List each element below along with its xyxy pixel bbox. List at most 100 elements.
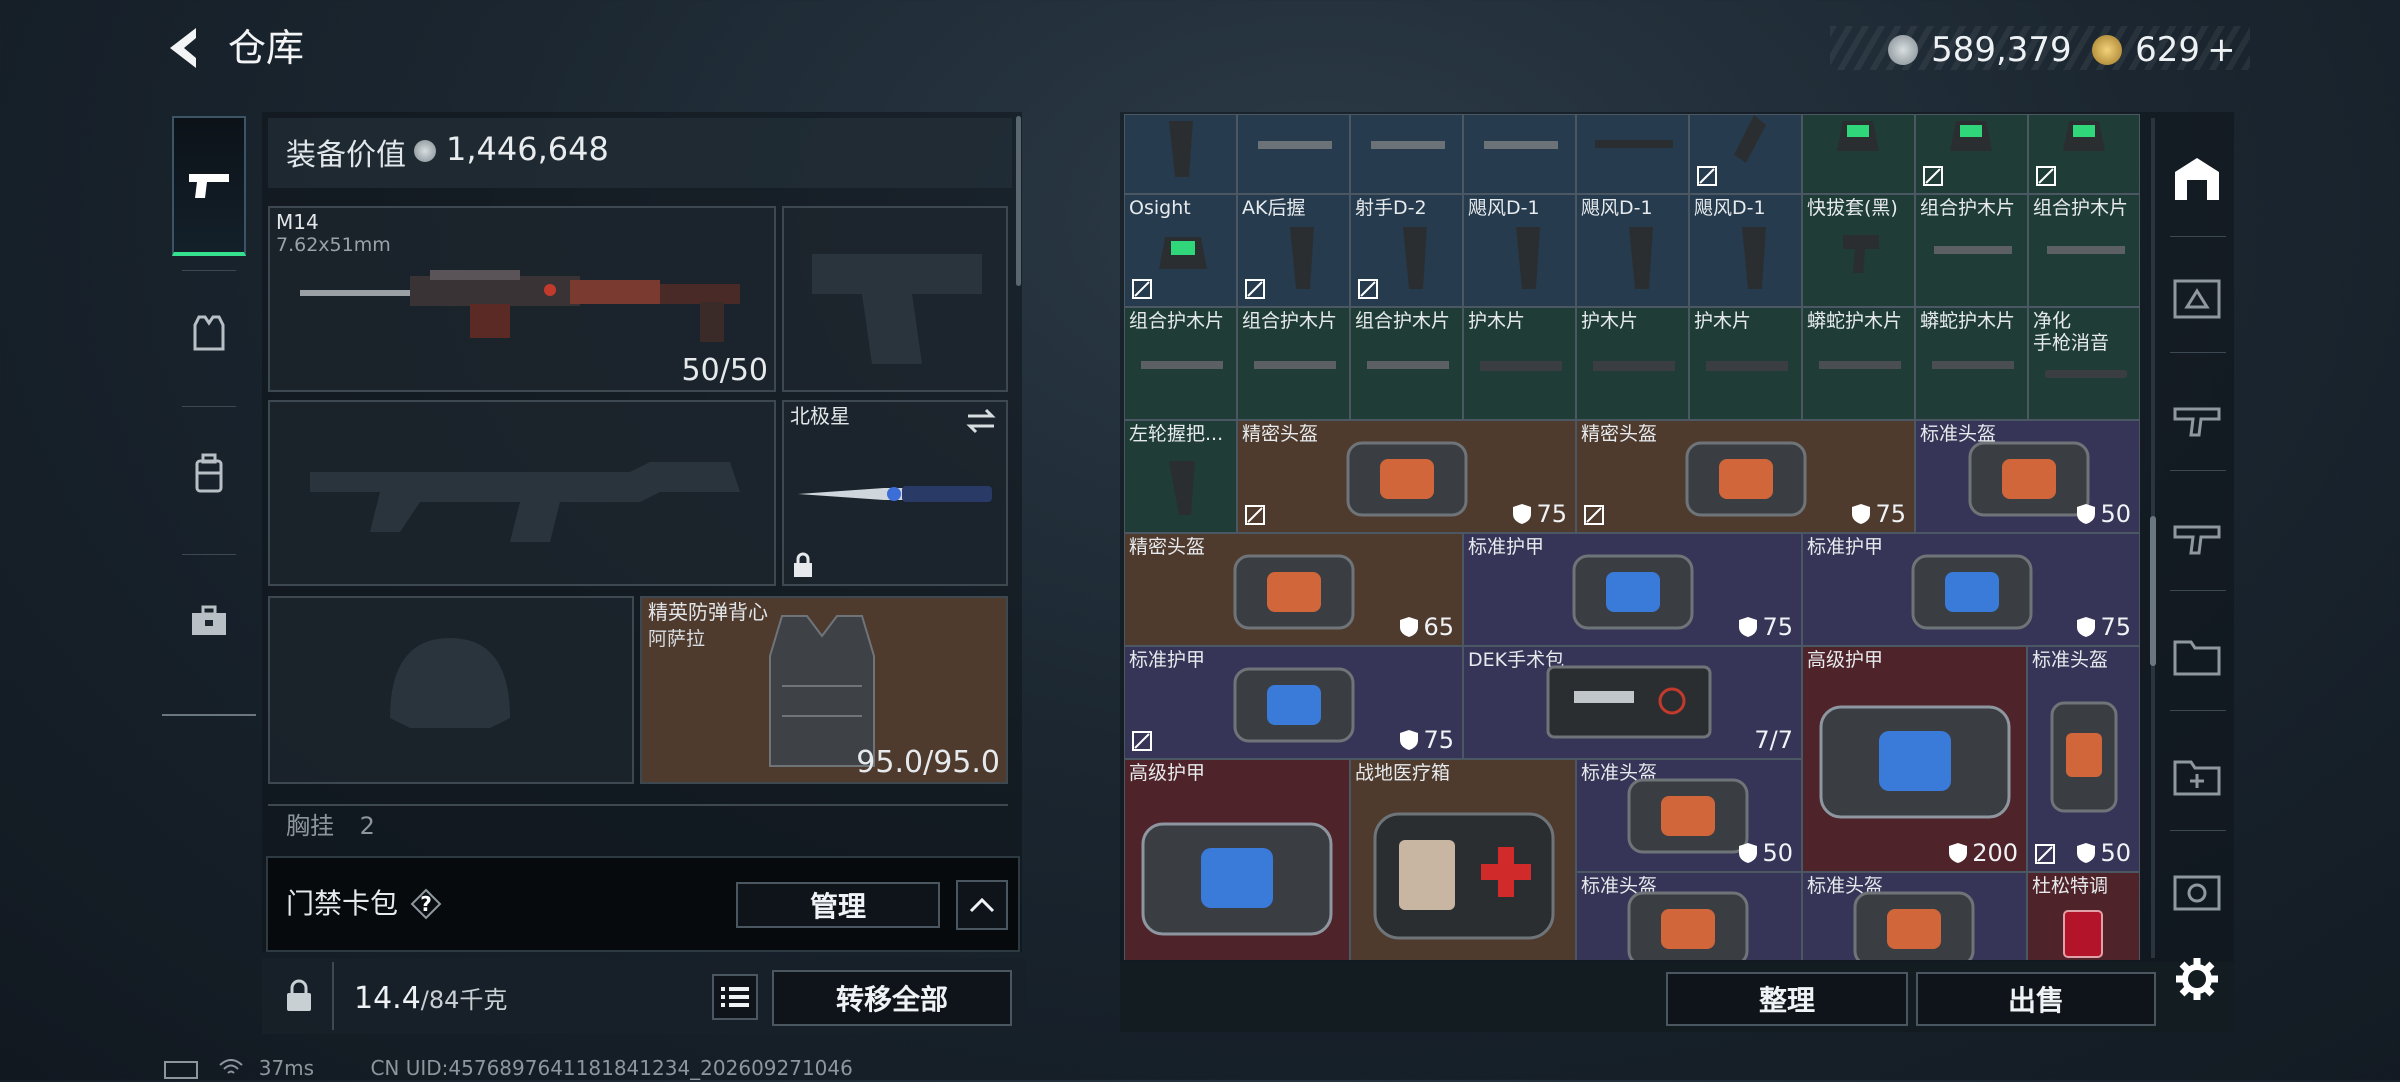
grid-item[interactable]: 精密头盔 75 bbox=[1576, 420, 1915, 533]
grid-item[interactable]: 左轮握把... bbox=[1124, 420, 1237, 533]
settings-button[interactable] bbox=[2168, 950, 2226, 1008]
tab-case[interactable] bbox=[172, 556, 246, 686]
grid-item[interactable] bbox=[1350, 114, 1463, 194]
grid-item[interactable]: 射手D-2 bbox=[1350, 194, 1463, 307]
durability-value: 75 bbox=[1875, 500, 1906, 528]
grid-item[interactable]: 标准护甲 75 bbox=[1463, 533, 1802, 646]
grid-item[interactable]: 杜松特调 bbox=[2027, 872, 2140, 960]
chest-rig-row[interactable]: 胸挂 2 bbox=[268, 804, 1008, 840]
pistol-slot[interactable] bbox=[782, 206, 1008, 392]
durability: 75 bbox=[1851, 500, 1906, 528]
grid-item[interactable]: 护木片 bbox=[1576, 307, 1689, 420]
grid-item[interactable] bbox=[1689, 114, 1802, 194]
durability-value: 75 bbox=[2100, 613, 2131, 641]
grid-item[interactable]: 标准护甲 75 bbox=[1124, 646, 1463, 759]
sort-button[interactable]: 整理 bbox=[1666, 972, 1908, 1026]
grid-item[interactable]: 精密头盔 75 bbox=[1237, 420, 1576, 533]
grid-item[interactable]: 战地医疗箱 bbox=[1350, 759, 1576, 960]
grid-item[interactable] bbox=[1915, 114, 2028, 194]
grid-item[interactable]: 标准护甲 75 bbox=[1802, 533, 2140, 646]
no-drag-icon bbox=[1697, 166, 1717, 186]
storage-tab-1[interactable] bbox=[2168, 268, 2226, 326]
helmet-slot[interactable] bbox=[268, 596, 634, 784]
grid-scrollbar[interactable] bbox=[2150, 516, 2156, 666]
help-icon[interactable]: ? bbox=[410, 888, 442, 920]
add-storage-tab[interactable] bbox=[2168, 746, 2226, 804]
grid-item[interactable] bbox=[1237, 114, 1350, 194]
grid-item[interactable]: 精密头盔 65 bbox=[1124, 533, 1463, 646]
grid-item[interactable]: 高级护甲 bbox=[1124, 759, 1350, 960]
collapse-button[interactable] bbox=[956, 880, 1008, 930]
grid-item[interactable]: 高级护甲 200 bbox=[1802, 646, 2027, 872]
grid-item[interactable]: 护木片 bbox=[1689, 307, 1802, 420]
grid-item[interactable]: 蟒蛇护木片 bbox=[1915, 307, 2028, 420]
grid-item[interactable]: 组合护木片 bbox=[1350, 307, 1463, 420]
grid-item[interactable]: 蟒蛇护木片 bbox=[1802, 307, 1915, 420]
add-currency-button[interactable]: + bbox=[2207, 30, 2236, 70]
warehouse-tab[interactable] bbox=[2168, 150, 2226, 208]
secondary-weapon-slot[interactable] bbox=[268, 400, 776, 586]
grid-item[interactable]: 飓风D-1 bbox=[1463, 194, 1576, 307]
durability: 75 bbox=[1399, 726, 1454, 754]
folder-add-icon bbox=[2173, 760, 2221, 796]
tab-armor[interactable] bbox=[172, 268, 246, 398]
transfer-all-button[interactable]: 转移全部 bbox=[772, 970, 1012, 1026]
handguard-icon bbox=[1254, 361, 1336, 369]
sell-button[interactable]: 出售 bbox=[1916, 972, 2156, 1026]
grid-item[interactable]: 组合护木片 bbox=[1915, 194, 2028, 307]
melee-slot[interactable]: 北极星 bbox=[782, 400, 1008, 586]
weight-lock[interactable] bbox=[266, 962, 334, 1030]
storage-tab-3[interactable] bbox=[2168, 506, 2226, 564]
grid-item[interactable]: 净化 手枪消音 bbox=[2028, 307, 2140, 420]
shield-icon bbox=[1400, 617, 1419, 637]
equipment-scrollbar[interactable] bbox=[1016, 116, 1021, 286]
grid-item[interactable]: 标准头盔 bbox=[1802, 872, 2027, 960]
sight-icon bbox=[1837, 121, 1879, 151]
tab-weapons[interactable] bbox=[172, 116, 246, 256]
storage-tab-4[interactable] bbox=[2168, 626, 2226, 684]
storage-tab-5[interactable] bbox=[2168, 864, 2226, 922]
grid-item[interactable]: 标准头盔 bbox=[1576, 872, 1802, 960]
grid-item[interactable]: 标准头盔 50 bbox=[1915, 420, 2140, 533]
vest-slot[interactable]: 精英防弹背心 阿萨拉 95.0/95.0 bbox=[640, 596, 1008, 784]
item-label: 护木片 bbox=[1581, 310, 1639, 332]
durability-value: 50 bbox=[1762, 839, 1793, 867]
back-button[interactable] bbox=[160, 22, 212, 74]
grid-item[interactable]: 飓风D-1 bbox=[1576, 194, 1689, 307]
manage-button[interactable]: 管理 bbox=[736, 882, 940, 928]
grid-item[interactable]: 组合护木片 bbox=[1237, 307, 1350, 420]
grid-item[interactable]: AK后握 bbox=[1237, 194, 1350, 307]
shield-icon bbox=[1739, 843, 1758, 863]
grid-item[interactable]: 护木片 bbox=[1463, 307, 1576, 420]
durability-value: 7/7 bbox=[1754, 726, 1793, 754]
item-label: 飓风D-1 bbox=[1581, 197, 1653, 219]
grid-item[interactable]: 标准头盔 50 bbox=[1576, 759, 1802, 872]
grid-item[interactable] bbox=[1802, 114, 1915, 194]
swap-icon[interactable] bbox=[964, 408, 998, 434]
padlock-icon bbox=[287, 979, 311, 1011]
storage-tab-2[interactable] bbox=[2168, 388, 2226, 446]
grid-item[interactable]: 组合护木片 bbox=[1124, 307, 1237, 420]
grid-item[interactable]: 快拔套(黑) bbox=[1802, 194, 1915, 307]
primary-weapon-slot[interactable]: M14 7.62x51mm 50/50 bbox=[268, 206, 776, 392]
grid-item[interactable] bbox=[1576, 114, 1689, 194]
item-label: 快拔套(黑) bbox=[1807, 197, 1898, 219]
durability-value: 75 bbox=[1423, 726, 1454, 754]
helmet-silhouette-icon bbox=[390, 638, 510, 728]
armor-case-icon bbox=[1141, 822, 1333, 936]
grid-item[interactable]: Osight bbox=[1124, 194, 1237, 307]
access-card-label: 门禁卡包 bbox=[286, 887, 399, 920]
no-drag-icon bbox=[1358, 279, 1378, 299]
helmet-case-icon bbox=[2050, 701, 2118, 813]
grid-item[interactable] bbox=[1463, 114, 1576, 194]
grid-item[interactable] bbox=[1124, 114, 1237, 194]
grid-item[interactable]: DEK手术包 7/7 bbox=[1463, 646, 1802, 759]
grid-item[interactable] bbox=[2028, 114, 2140, 194]
rifle-icon bbox=[300, 270, 740, 342]
grid-item[interactable]: 组合护木片 bbox=[2028, 194, 2140, 307]
tab-backpack[interactable] bbox=[172, 408, 246, 538]
durability: 7/7 bbox=[1754, 726, 1793, 754]
grid-item[interactable]: 标准头盔 50 bbox=[2027, 646, 2140, 872]
grid-item[interactable]: 飓风D-1 bbox=[1689, 194, 1802, 307]
list-view-button[interactable] bbox=[712, 974, 758, 1020]
